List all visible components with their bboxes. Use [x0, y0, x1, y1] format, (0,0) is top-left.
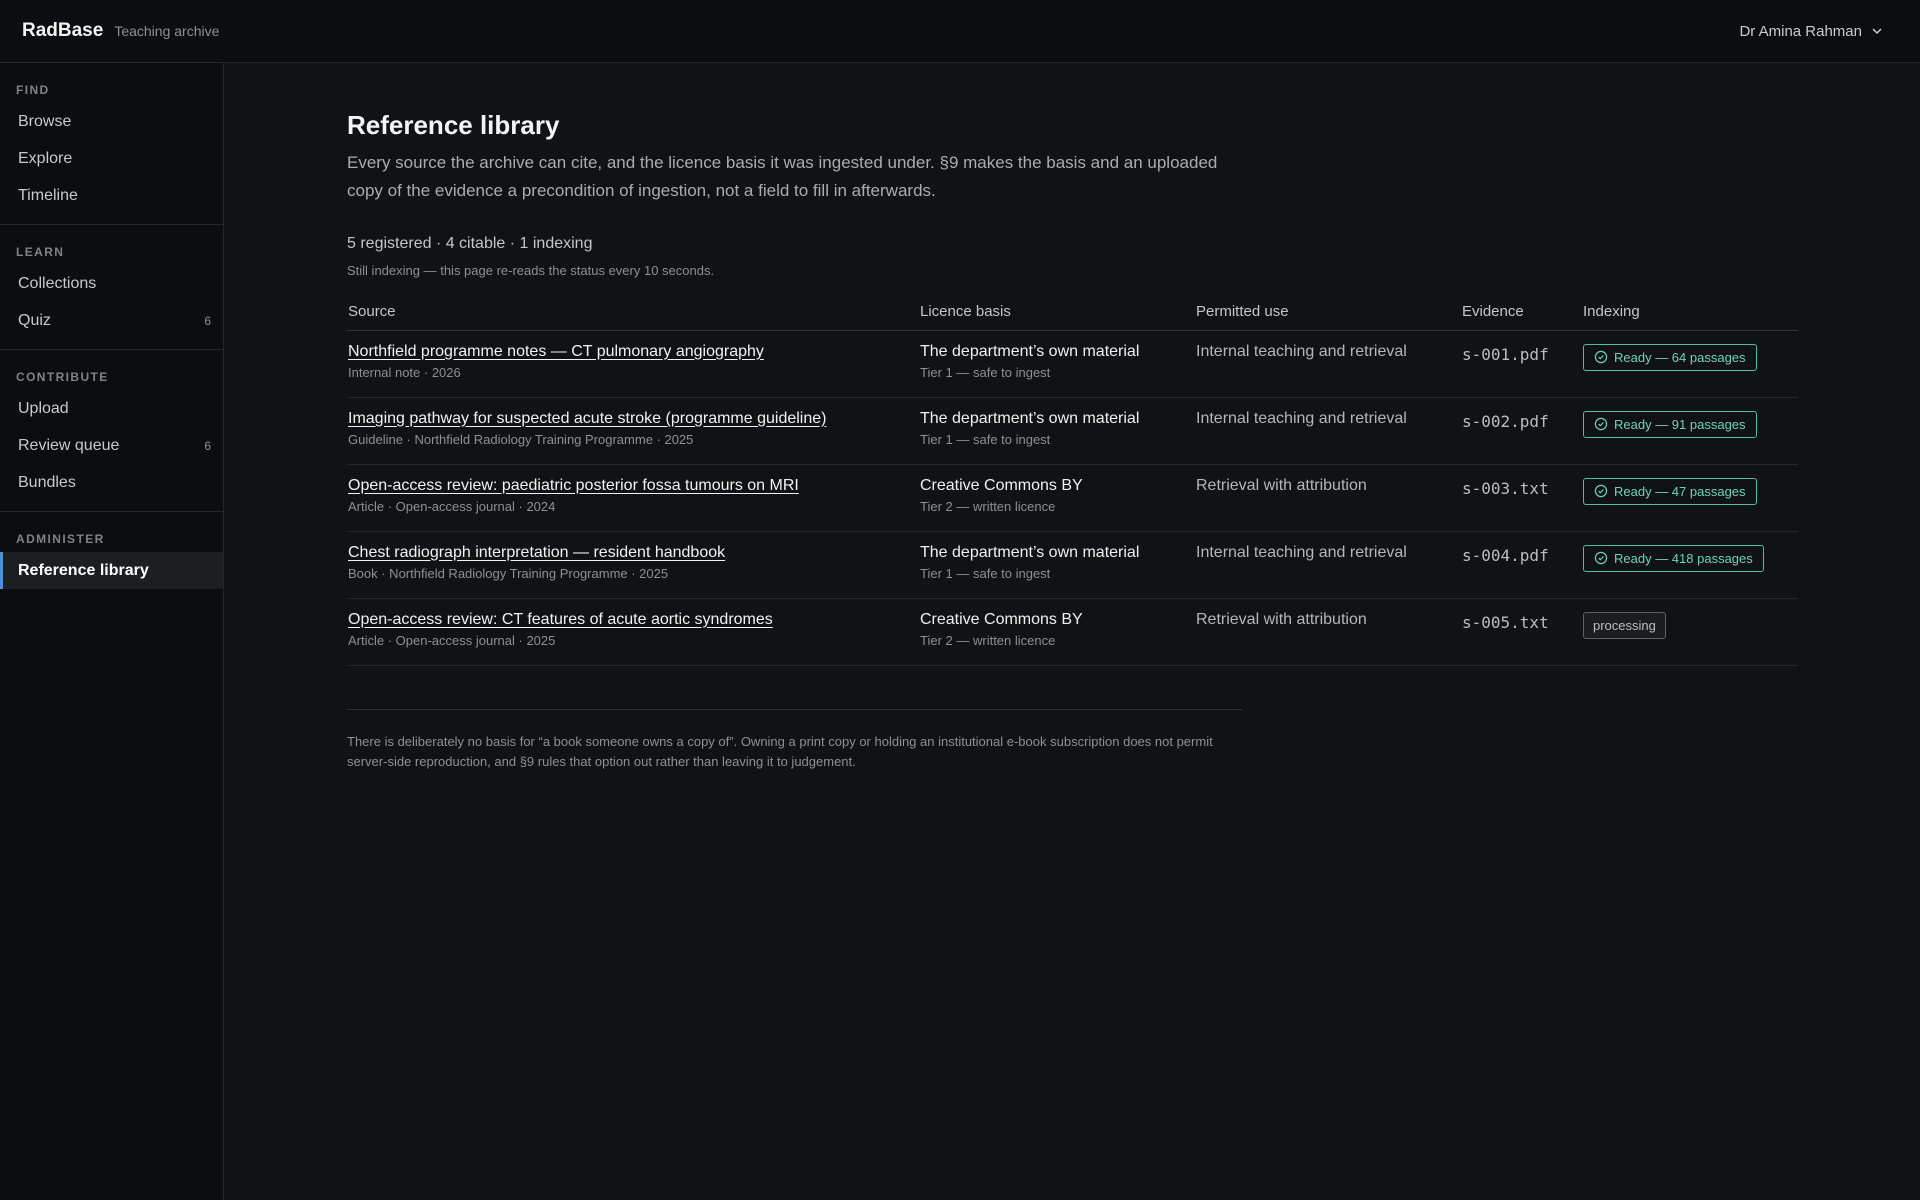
- nav-heading: FIND: [16, 83, 50, 97]
- licence-basis: The department’s own material: [920, 409, 1140, 427]
- check-circle-icon: [1594, 417, 1608, 431]
- user-name: Dr Amina Rahman: [1739, 22, 1862, 40]
- brand[interactable]: RadBase Teaching archive: [22, 20, 219, 42]
- source-meta: Article · Open-access journal · 2024: [348, 498, 556, 514]
- nav-heading: CONTRIBUTE: [16, 370, 109, 384]
- licence-basis: Creative Commons BY: [920, 476, 1083, 494]
- status-badge: Ready — 418 passages: [1583, 544, 1764, 572]
- licence-tier: Tier 2 — written licence: [920, 632, 1056, 648]
- licence-tier: Tier 1 — safe to ingest: [920, 364, 1051, 380]
- status-text: Ready — 64 passages: [1614, 349, 1746, 365]
- nav-group-learn: LEARN Collections Quiz 6: [0, 225, 223, 350]
- nav-group-contribute: CONTRIBUTE Upload Review queue 6 Bundles: [0, 350, 223, 512]
- quiz-count: 6: [204, 313, 211, 328]
- evidence-file: s-005.txt: [1462, 612, 1549, 632]
- sidebar-item-review-queue[interactable]: Review queue 6: [0, 427, 223, 464]
- nav-group-administer: ADMINISTER Reference library: [0, 512, 223, 599]
- sidebar-item-upload[interactable]: Upload: [0, 390, 223, 427]
- sidebar-item-reference-library[interactable]: Reference library: [0, 552, 223, 589]
- nav-group-find: FIND Browse Explore Timeline: [0, 63, 223, 225]
- source-meta: Internal note · 2026: [348, 364, 461, 380]
- table-row: Open-access review: CT features of acute…: [347, 598, 1798, 666]
- sidebar-item-label: Quiz: [18, 311, 51, 329]
- licence-basis: Creative Commons BY: [920, 610, 1083, 628]
- status-badge: processing: [1583, 611, 1666, 639]
- source-meta: Book · Northfield Radiology Training Pro…: [348, 565, 669, 581]
- sidebar-item-browse[interactable]: Browse: [0, 103, 223, 140]
- column-header-licence-basis: Licence basis: [919, 294, 1195, 331]
- permitted-use: Internal teaching and retrieval: [1196, 342, 1407, 360]
- sidebar-item-label: Bundles: [18, 473, 76, 491]
- source-title-link[interactable]: Northfield programme notes — CT pulmonar…: [348, 343, 918, 361]
- licence-basis: The department’s own material: [920, 543, 1140, 561]
- sidebar: FIND Browse Explore Timeline LEARN Colle…: [0, 63, 224, 1200]
- sidebar-item-quiz[interactable]: Quiz 6: [0, 302, 223, 339]
- status-badge: Ready — 47 passages: [1583, 477, 1757, 505]
- permitted-use: Internal teaching and retrieval: [1196, 543, 1407, 561]
- permitted-use: Internal teaching and retrieval: [1196, 409, 1407, 427]
- status-text: Ready — 91 passages: [1614, 416, 1746, 432]
- nav-heading: LEARN: [16, 245, 65, 259]
- nav-heading: ADMINISTER: [16, 532, 105, 546]
- table-row: Imaging pathway for suspected acute stro…: [347, 397, 1798, 465]
- evidence-file: s-004.pdf: [1462, 545, 1549, 565]
- source-meta: Article · Open-access journal · 2025: [348, 632, 556, 648]
- status-text: processing: [1593, 617, 1656, 633]
- chevron-down-icon: [1872, 28, 1882, 35]
- sidebar-item-bundles[interactable]: Bundles: [0, 464, 223, 501]
- user-menu[interactable]: Dr Amina Rahman: [1739, 23, 1884, 40]
- status-note: Still indexing — this page re-reads the …: [347, 263, 715, 278]
- sidebar-item-collections[interactable]: Collections: [0, 265, 223, 302]
- sidebar-item-label: Collections: [18, 274, 97, 292]
- sidebar-item-label: Upload: [18, 399, 69, 417]
- permitted-use: Retrieval with attribution: [1196, 476, 1367, 494]
- source-title-link[interactable]: Open-access review: paediatric posterior…: [348, 477, 918, 495]
- source-meta: Guideline · Northfield Radiology Trainin…: [348, 431, 694, 447]
- source-title-link[interactable]: Open-access review: CT features of acute…: [348, 611, 918, 629]
- sidebar-item-label: Timeline: [18, 186, 78, 204]
- source-title-link[interactable]: Imaging pathway for suspected acute stro…: [348, 410, 918, 428]
- column-header-evidence: Evidence: [1461, 294, 1582, 331]
- table-row: Open-access review: paediatric posterior…: [347, 464, 1798, 532]
- source-title-link[interactable]: Chest radiograph interpretation — reside…: [348, 544, 918, 562]
- evidence-file: s-001.pdf: [1462, 344, 1549, 364]
- licence-tier: Tier 1 — safe to ingest: [920, 431, 1051, 447]
- main-content: Reference library Every source the archi…: [347, 63, 1798, 772]
- sidebar-item-explore[interactable]: Explore: [0, 140, 223, 177]
- column-header-permitted-use: Permitted use: [1195, 294, 1461, 331]
- column-header-indexing: Indexing: [1582, 294, 1798, 331]
- app-name: RadBase: [22, 20, 104, 41]
- evidence-file: s-002.pdf: [1462, 411, 1549, 431]
- status-badge: Ready — 91 passages: [1583, 410, 1757, 438]
- licence-tier: Tier 1 — safe to ingest: [920, 565, 1051, 581]
- check-circle-icon: [1594, 350, 1608, 364]
- footnote: There is deliberately no basis for “a bo…: [347, 733, 1213, 769]
- table-header-row: Source Licence basis Permitted use Evide…: [347, 294, 1798, 331]
- licence-basis: The department’s own material: [920, 342, 1140, 360]
- page-title: Reference library: [347, 110, 560, 140]
- sources-table: Source Licence basis Permitted use Evide…: [347, 294, 1798, 666]
- table-row: Chest radiograph interpretation — reside…: [347, 531, 1798, 599]
- review-queue-count: 6: [204, 438, 211, 453]
- top-bar: RadBase Teaching archive Dr Amina Rahman: [0, 0, 1920, 63]
- evidence-file: s-003.txt: [1462, 478, 1549, 498]
- page-intro: Every source the archive can cite, and t…: [347, 153, 1218, 200]
- sidebar-item-label: Browse: [18, 112, 72, 130]
- library-summary: 5 registered · 4 citable · 1 indexing: [347, 235, 593, 252]
- check-circle-icon: [1594, 551, 1608, 565]
- column-header-source: Source: [347, 294, 919, 331]
- licence-tier: Tier 2 — written licence: [920, 498, 1056, 514]
- sidebar-item-timeline[interactable]: Timeline: [0, 177, 223, 214]
- status-badge: Ready — 64 passages: [1583, 343, 1757, 371]
- status-text: Ready — 47 passages: [1614, 483, 1746, 499]
- app-subtitle: Teaching archive: [114, 23, 220, 39]
- table-row: Northfield programme notes — CT pulmonar…: [347, 330, 1798, 398]
- sidebar-item-label: Reference library: [18, 561, 149, 579]
- divider: [347, 708, 1242, 710]
- sidebar-item-label: Explore: [18, 149, 73, 167]
- check-circle-icon: [1594, 484, 1608, 498]
- status-text: Ready — 418 passages: [1614, 550, 1753, 566]
- permitted-use: Retrieval with attribution: [1196, 610, 1367, 628]
- sidebar-item-label: Review queue: [18, 436, 120, 454]
